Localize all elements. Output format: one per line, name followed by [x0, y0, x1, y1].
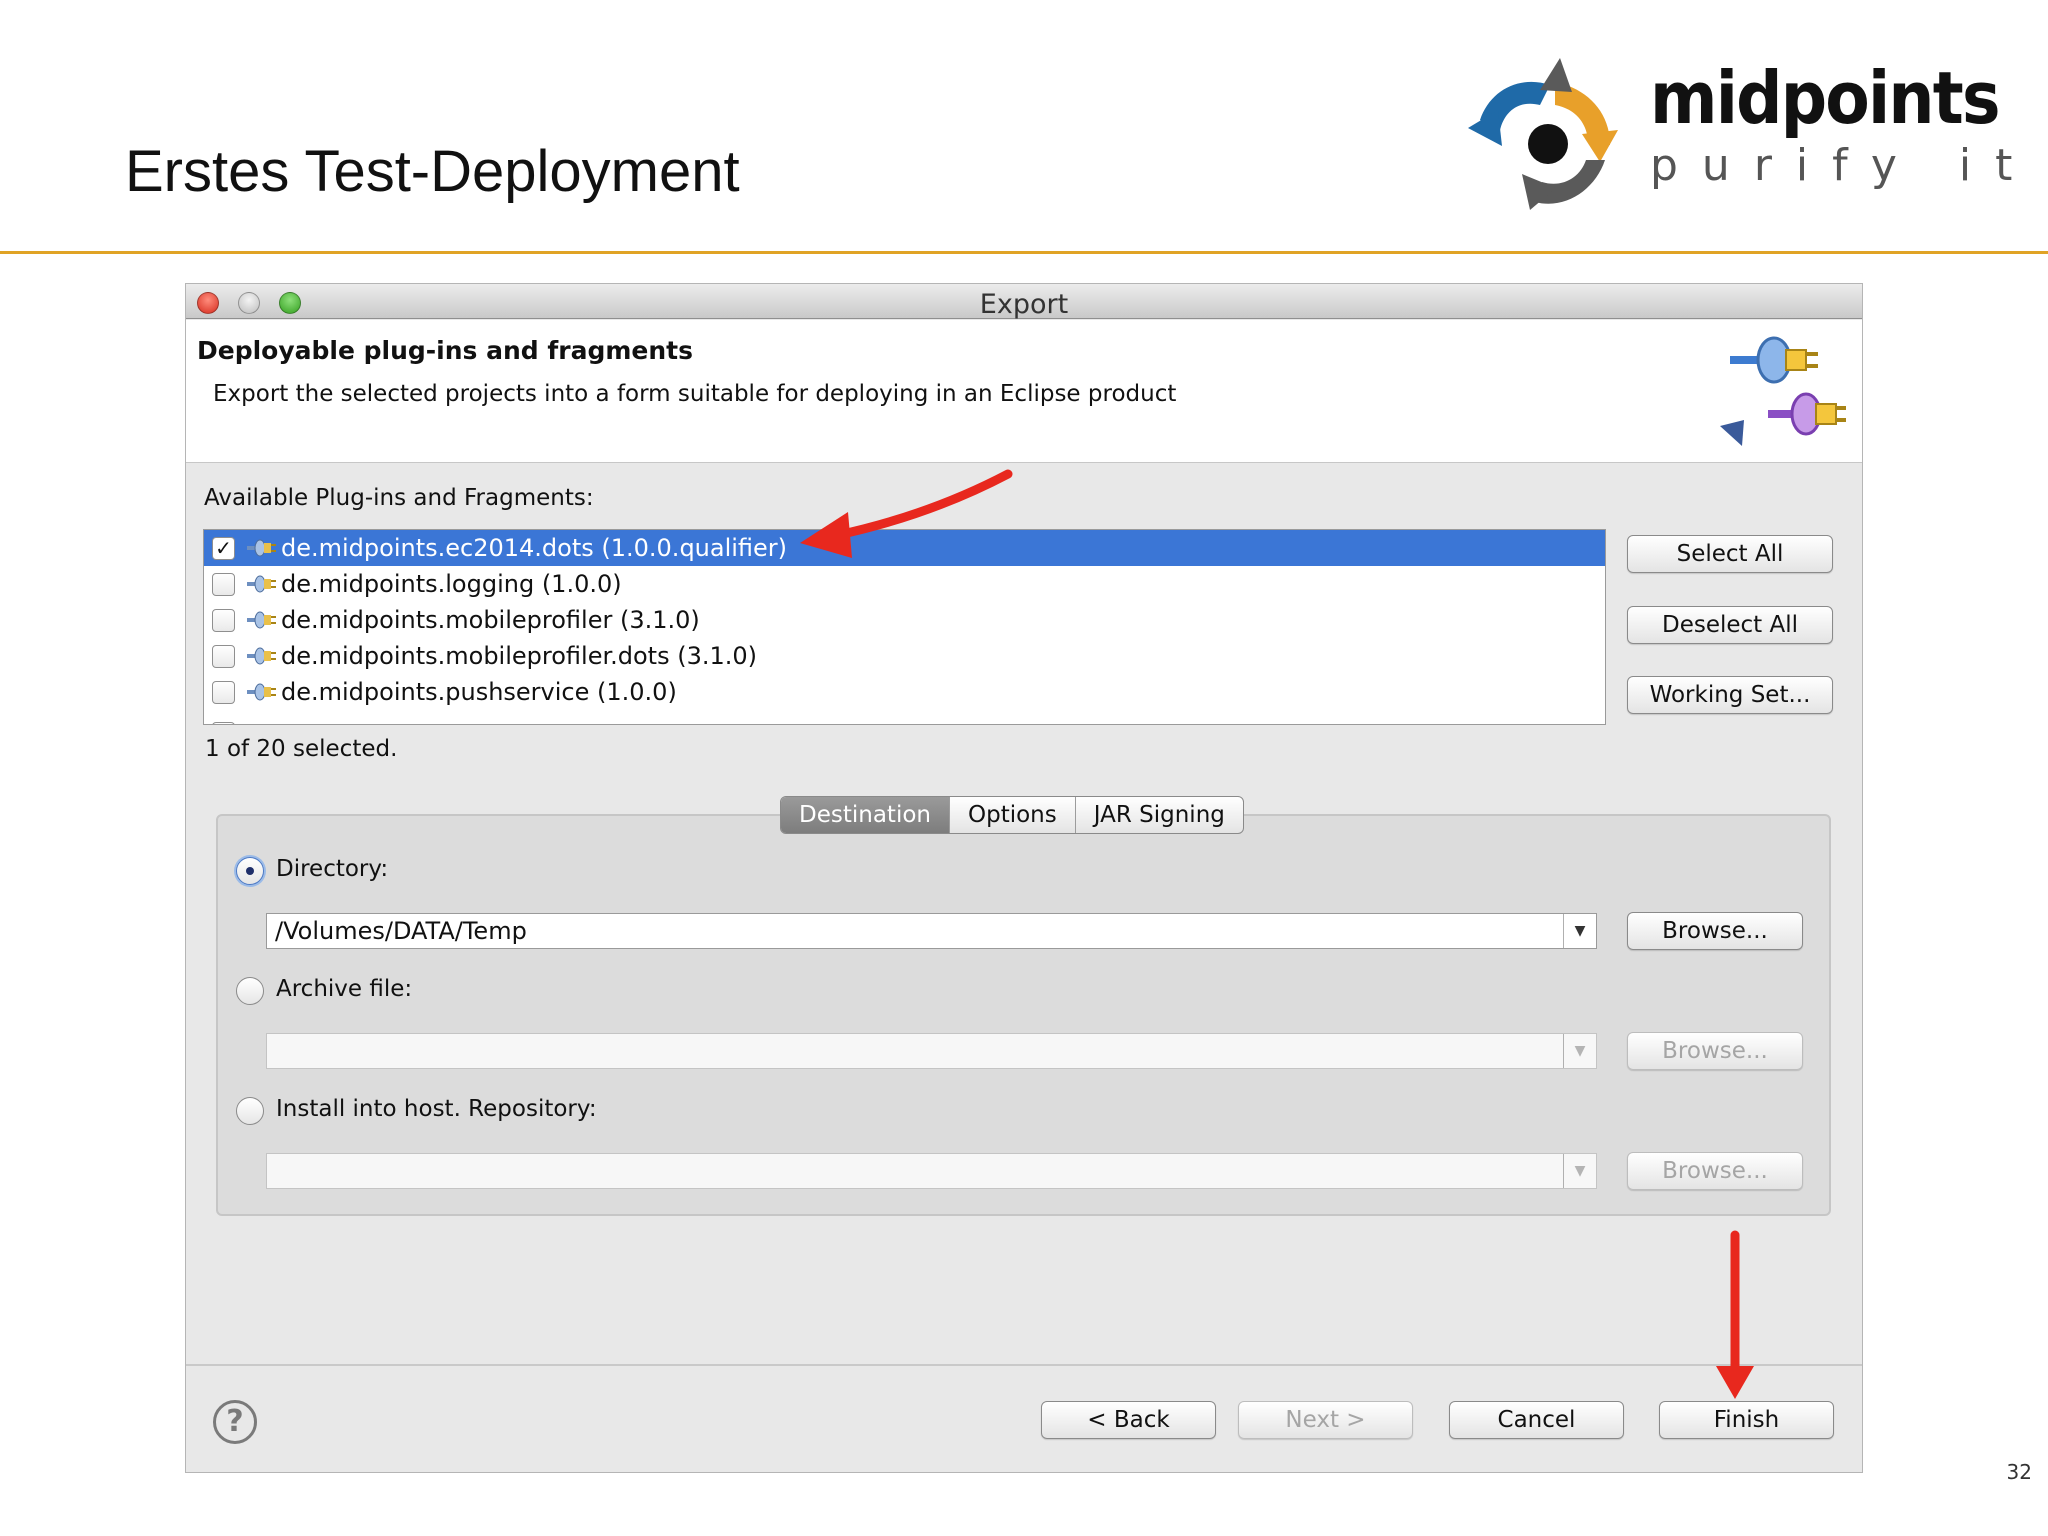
plugin-name: de.midpoints.ec2014.dots (1.0.0.qualifie…	[281, 534, 788, 562]
chevron-down-icon[interactable]: ▼	[1563, 1154, 1596, 1188]
directory-radio[interactable]	[236, 857, 264, 885]
working-set-button[interactable]: Working Set...	[1627, 676, 1833, 714]
plugin-icon	[247, 647, 276, 665]
tab-destination[interactable]: Destination	[781, 797, 950, 833]
archive-browse-button[interactable]: Browse...	[1627, 1032, 1803, 1070]
wizard-description: Export the selected projects into a form…	[213, 381, 1177, 407]
midpoints-logo: midpoints purify it	[1460, 50, 2012, 220]
directory-browse-button[interactable]: Browse...	[1627, 912, 1803, 950]
plugin-row[interactable]: de.midpoints.pushservice (1.0.0)	[204, 674, 1605, 710]
plugin-row-partial[interactable]	[204, 710, 1605, 724]
finish-button[interactable]: Finish	[1659, 1401, 1834, 1439]
plugin-checkbox[interactable]	[212, 722, 235, 724]
plugin-export-icon	[1720, 336, 1846, 446]
chevron-down-icon[interactable]: ▼	[1563, 914, 1596, 948]
deselect-all-button[interactable]: Deselect All	[1627, 606, 1833, 644]
window-title: Export	[979, 289, 1069, 320]
export-dialog: Export Deployable plug-ins and fragments…	[185, 283, 1863, 1473]
plugin-checkbox[interactable]	[212, 608, 235, 632]
wizard-title: Deployable plug-ins and fragments	[197, 336, 693, 365]
chevron-down-icon[interactable]: ▼	[1563, 1034, 1596, 1068]
help-icon[interactable]: ?	[213, 1400, 257, 1444]
plugin-name: de.midpoints.mobileprofiler (3.1.0)	[281, 606, 700, 634]
plugin-icon	[247, 539, 276, 557]
plugin-list[interactable]: ✓ de.midpoints.ec2014.dots (1.0.0.qualif…	[203, 529, 1606, 725]
archive-file-label: Archive file:	[276, 976, 413, 1002]
repository-browse-button[interactable]: Browse...	[1627, 1152, 1803, 1190]
plugin-name: de.midpoints.pushservice (1.0.0)	[281, 678, 677, 706]
select-all-button[interactable]: Select All	[1627, 535, 1833, 573]
directory-label: Directory:	[276, 856, 389, 882]
plugin-row[interactable]: de.midpoints.mobileprofiler (3.1.0)	[204, 602, 1605, 638]
tab-bar: Destination Options JAR Signing	[780, 796, 1244, 834]
archive-file-combo[interactable]: ▼	[266, 1033, 1597, 1069]
plugin-name: de.midpoints.logging (1.0.0)	[281, 570, 622, 598]
next-button[interactable]: Next >	[1238, 1401, 1413, 1439]
tab-options[interactable]: Options	[950, 797, 1076, 833]
plugin-checkbox[interactable]	[212, 572, 235, 596]
repository-combo[interactable]: ▼	[266, 1153, 1597, 1189]
plugin-name: de.midpoints.mobileprofiler.dots (3.1.0)	[281, 642, 758, 670]
selection-count: 1 of 20 selected.	[205, 736, 398, 762]
back-button[interactable]: < Back	[1041, 1401, 1216, 1439]
archive-file-radio[interactable]	[236, 977, 264, 1005]
midpoints-logo-mark	[1468, 58, 1618, 210]
plugin-icon	[247, 575, 276, 593]
plugin-icon	[247, 683, 276, 701]
install-host-label: Install into host. Repository:	[276, 1096, 597, 1122]
install-host-radio[interactable]	[236, 1097, 264, 1125]
wizard-header: Deployable plug-ins and fragments Export…	[186, 320, 1862, 463]
cancel-button[interactable]: Cancel	[1449, 1401, 1624, 1439]
directory-value: /Volumes/DATA/Temp	[275, 917, 527, 945]
plugin-icon	[247, 611, 276, 629]
page-number: 32	[2006, 1460, 2032, 1484]
footer-divider	[186, 1364, 1862, 1366]
tab-jar-signing[interactable]: JAR Signing	[1076, 797, 1243, 833]
plugin-row[interactable]: de.midpoints.mobileprofiler.dots (3.1.0)	[204, 638, 1605, 674]
directory-combo[interactable]: /Volumes/DATA/Temp ▼	[266, 913, 1597, 949]
slide-title: Erstes Test-Deployment	[125, 139, 740, 204]
plugin-checkbox[interactable]	[212, 680, 235, 704]
logo-tagline: purify it	[1650, 140, 2037, 191]
plugin-row[interactable]: de.midpoints.logging (1.0.0)	[204, 566, 1605, 602]
logo-wordmark: midpoints	[1650, 56, 2001, 140]
plugin-checkbox[interactable]: ✓	[212, 536, 235, 560]
plugin-row[interactable]: ✓ de.midpoints.ec2014.dots (1.0.0.qualif…	[204, 530, 1605, 566]
plugin-list-label: Available Plug-ins and Fragments:	[204, 485, 594, 511]
header-divider	[0, 251, 2048, 254]
window-titlebar: Export	[186, 284, 1862, 320]
plugin-checkbox[interactable]	[212, 644, 235, 668]
